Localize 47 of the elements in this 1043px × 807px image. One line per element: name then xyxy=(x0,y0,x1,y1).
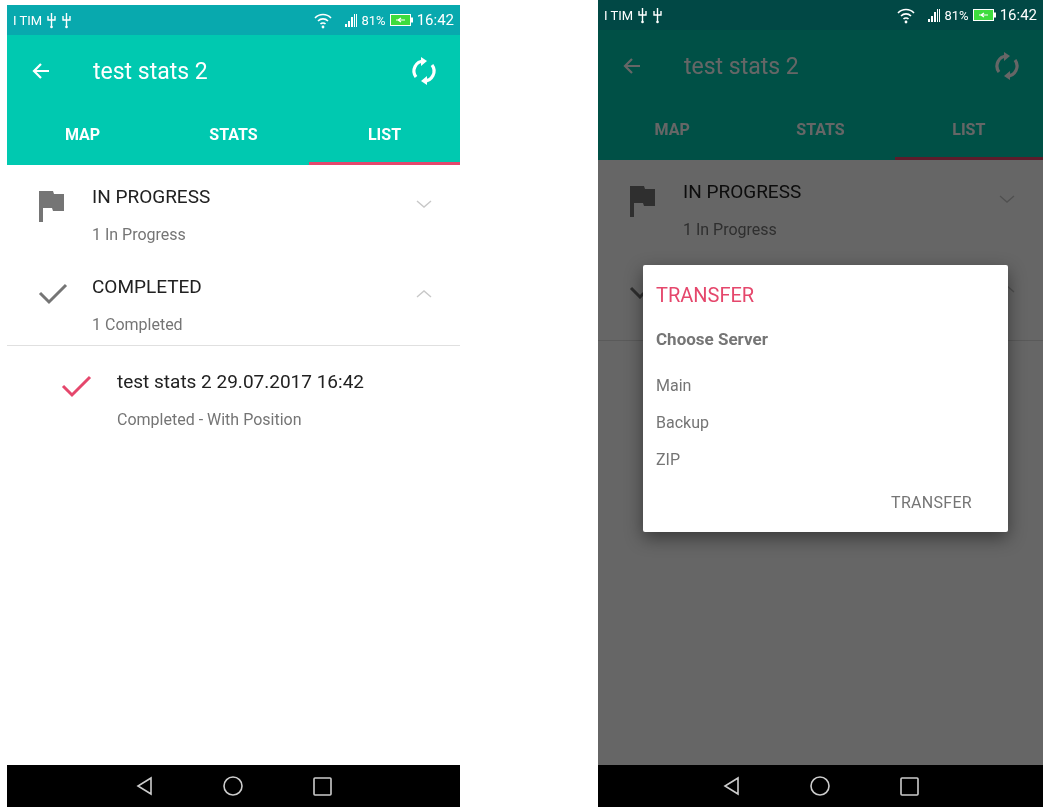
carrier-name: I TIM xyxy=(13,12,43,28)
carrier-name: I TIM xyxy=(604,7,634,23)
server-option[interactable]: Main xyxy=(656,376,692,395)
wifi-icon xyxy=(896,6,915,24)
battery-percent: 81% xyxy=(944,7,969,23)
clock-time: 16:42 xyxy=(999,6,1037,24)
item-title[interactable]: test stats 2 29.07.2017 16:42 xyxy=(117,370,364,393)
usb-icon xyxy=(61,11,73,29)
wifi-icon xyxy=(313,11,332,29)
back-nav-icon[interactable] xyxy=(722,776,740,796)
signal-icon xyxy=(926,7,941,23)
dialog-heading: Choose Server xyxy=(656,329,768,349)
recents-nav-icon[interactable] xyxy=(313,776,332,796)
sync-icon[interactable] xyxy=(410,57,438,85)
battery-icon xyxy=(389,14,413,26)
sync-icon[interactable] xyxy=(993,52,1021,80)
signal-icon xyxy=(343,12,358,28)
screen-title: test stats 2 xyxy=(93,57,209,85)
item-status: Completed - With Position xyxy=(117,410,302,429)
back-arrow-icon[interactable] xyxy=(622,56,642,76)
group-title[interactable]: COMPLETED xyxy=(92,275,202,298)
usb-icon xyxy=(652,6,664,24)
group-title[interactable]: IN PROGRESS xyxy=(92,185,211,208)
checkmark-icon xyxy=(61,374,92,398)
clock-time: 16:42 xyxy=(416,11,454,29)
collapse-chevron-icon[interactable] xyxy=(416,289,432,299)
home-nav-icon[interactable] xyxy=(810,776,830,796)
flag-icon xyxy=(628,184,656,218)
group-count: 1 Completed xyxy=(92,315,183,334)
back-arrow-icon[interactable] xyxy=(31,61,51,81)
transfer-button[interactable]: TRANSFER xyxy=(891,493,972,512)
group-count: 1 In Progress xyxy=(92,225,186,244)
screen-title: test stats 2 xyxy=(684,52,800,80)
group-title[interactable]: IN PROGRESS xyxy=(683,180,802,203)
flag-icon xyxy=(37,189,65,223)
usb-icon xyxy=(46,11,58,29)
back-nav-icon[interactable] xyxy=(135,776,153,796)
home-nav-icon[interactable] xyxy=(223,776,243,796)
server-option[interactable]: Backup xyxy=(656,413,709,432)
checkmark-icon xyxy=(628,286,643,299)
expand-chevron-icon[interactable] xyxy=(416,199,432,209)
server-option[interactable]: ZIP xyxy=(656,450,681,469)
dialog-title: TRANSFER xyxy=(656,283,755,307)
battery-icon xyxy=(972,9,996,21)
usb-icon xyxy=(637,6,649,24)
battery-percent: 81% xyxy=(361,12,386,28)
recents-nav-icon[interactable] xyxy=(900,776,919,796)
